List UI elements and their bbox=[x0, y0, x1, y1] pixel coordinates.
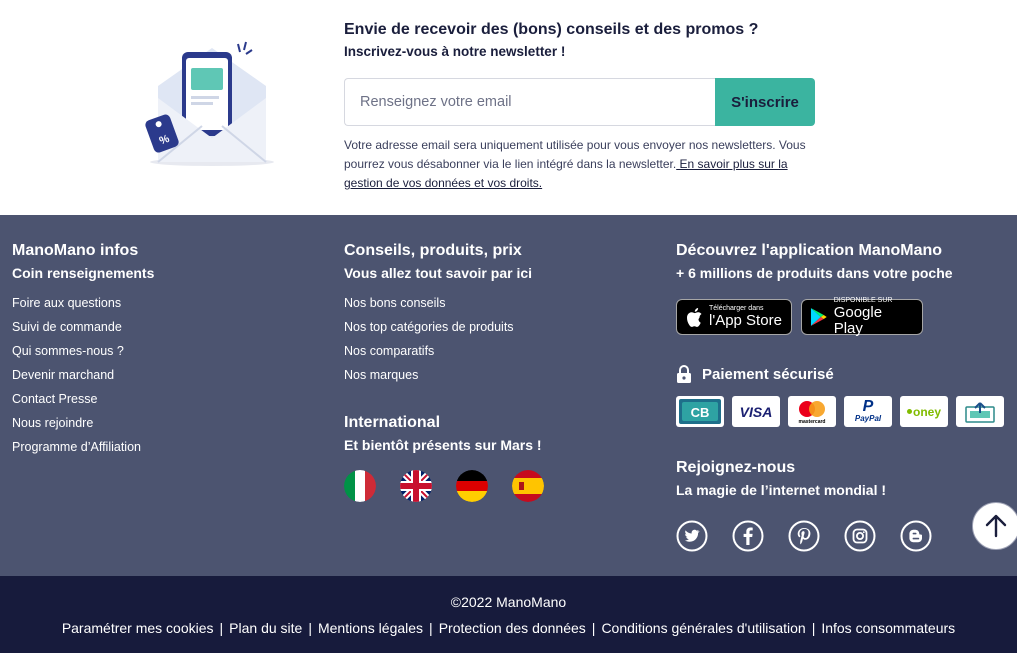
link-sitemap[interactable]: Plan du site bbox=[229, 620, 302, 636]
separator: | bbox=[811, 620, 816, 636]
italy-flag[interactable] bbox=[344, 470, 376, 502]
visa-card: VISA bbox=[732, 396, 780, 427]
newsletter-subtitle: Inscrivez-vous à notre newsletter ! bbox=[344, 44, 566, 59]
cb-card: CB bbox=[676, 396, 724, 427]
scroll-to-top-button[interactable] bbox=[972, 502, 1017, 550]
link-top-categories[interactable]: Nos top catégories de produits bbox=[344, 315, 532, 339]
email-input[interactable] bbox=[344, 78, 715, 126]
international-title: International bbox=[344, 414, 441, 431]
separator: | bbox=[429, 620, 433, 636]
mastercard-text: mastercard bbox=[799, 419, 826, 425]
link-order-tracking[interactable]: Suivi de commande bbox=[12, 315, 154, 339]
legal-links: Paramétrer mes cookies | Plan du site | Ment… bbox=[0, 620, 1017, 636]
infos-title: ManoMano infos bbox=[12, 242, 139, 259]
conseils-links: Nos bons conseils Nos top catégories de … bbox=[344, 291, 532, 387]
link-faq[interactable]: Foire aux questions bbox=[12, 291, 154, 315]
link-careers[interactable]: Nous rejoindre bbox=[12, 411, 154, 435]
oney-card: oney bbox=[900, 396, 948, 427]
facebook-icon[interactable] bbox=[732, 520, 764, 552]
newsletter-section: % Envie de recevoir des (bons) conseils … bbox=[0, 0, 1017, 215]
infos-links: Foire aux questions Suivi de commande Qu… bbox=[12, 291, 154, 459]
international-subtitle: Et bientôt présents sur Mars ! bbox=[344, 437, 542, 453]
instagram-icon[interactable] bbox=[844, 520, 876, 552]
mastercard-card: mastercard bbox=[788, 396, 836, 427]
store-buttons: Télécharger dans l'App Store DISPONIBLE … bbox=[676, 297, 923, 337]
arrow-up-icon bbox=[985, 514, 1007, 538]
link-brands[interactable]: Nos marques bbox=[344, 363, 532, 387]
link-cookie-settings[interactable]: Paramétrer mes cookies bbox=[62, 620, 214, 636]
paypal-card: P PayPal bbox=[844, 396, 892, 427]
link-about-us[interactable]: Qui sommes-nous ? bbox=[12, 339, 154, 363]
spain-flag[interactable] bbox=[512, 470, 544, 502]
footer-main: ManoMano infos Coin renseignements Foire… bbox=[0, 215, 1017, 576]
country-flags bbox=[344, 470, 544, 502]
google-play-icon bbox=[810, 308, 827, 326]
twitter-icon[interactable] bbox=[676, 520, 708, 552]
link-terms[interactable]: Conditions générales d'utilisation bbox=[601, 620, 805, 636]
join-title: Rejoignez-nous bbox=[676, 459, 796, 476]
paypal-text: PayPal bbox=[854, 414, 882, 423]
cb-card-text: CB bbox=[691, 405, 710, 420]
app-subtitle: + 6 millions de produits dans votre poch… bbox=[676, 265, 953, 281]
infos-subtitle: Coin renseignements bbox=[12, 265, 155, 281]
bank-transfer-card bbox=[956, 396, 1004, 427]
uk-flag[interactable] bbox=[400, 470, 432, 502]
newsletter-form: S'inscrire bbox=[344, 78, 815, 126]
subscribe-button[interactable]: S'inscrire bbox=[715, 78, 815, 126]
separator: | bbox=[308, 620, 312, 636]
link-become-seller[interactable]: Devenir marchand bbox=[12, 363, 154, 387]
link-legal-notice[interactable]: Mentions légales bbox=[318, 620, 423, 636]
secure-payment-title: Paiement sécurisé bbox=[702, 365, 834, 383]
newsletter-envelope-icon: % bbox=[145, 41, 274, 166]
link-advice[interactable]: Nos bons conseils bbox=[344, 291, 532, 315]
mastercard-icon: mastercard bbox=[799, 401, 826, 425]
newsletter-legal: Votre adresse email sera uniquement util… bbox=[344, 136, 814, 193]
oney-text: oney bbox=[912, 404, 941, 419]
infos-column: ManoMano infos Coin renseignements Foire… bbox=[12, 240, 154, 459]
app-title: Découvrez l'application ManoMano bbox=[676, 242, 943, 259]
join-us-block: Rejoignez-nous La magie de l’internet mo… bbox=[676, 457, 886, 501]
oney-dot-icon bbox=[906, 409, 912, 414]
app-store-button[interactable]: Télécharger dans l'App Store bbox=[676, 299, 792, 335]
join-subtitle: La magie de l’internet mondial ! bbox=[676, 482, 887, 498]
bank-transfer-icon bbox=[965, 401, 995, 423]
google-play-button[interactable]: DISPONIBLE SUR Google Play bbox=[801, 297, 923, 337]
paypal-logo-icon: P bbox=[862, 398, 874, 415]
link-press-contact[interactable]: Contact Presse bbox=[12, 387, 154, 411]
app-store-big-text: l'App Store bbox=[709, 312, 782, 329]
link-data-protection[interactable]: Protection des données bbox=[439, 620, 586, 636]
conseils-subtitle: Vous allez tout savoir par ici bbox=[344, 265, 533, 281]
separator: | bbox=[219, 620, 224, 636]
link-comparisons[interactable]: Nos comparatifs bbox=[344, 339, 532, 363]
app-column: Découvrez l'application ManoMano + 6 mil… bbox=[676, 240, 953, 284]
social-links bbox=[676, 520, 932, 552]
apple-icon bbox=[687, 308, 702, 327]
international-block: International Et bientôt présents sur Ma… bbox=[344, 412, 542, 456]
link-affiliation[interactable]: Programme d’Affiliation bbox=[12, 435, 154, 459]
newsletter-title: Envie de recevoir des (bons) conseils et… bbox=[344, 21, 759, 38]
secure-payment-heading: Paiement sécurisé bbox=[676, 365, 834, 383]
conseils-column: Conseils, produits, prix Vous allez tout… bbox=[344, 240, 532, 387]
cb-card-icon: CB bbox=[679, 399, 721, 424]
payment-cards: CB VISA mastercard P PayPal oney bbox=[676, 396, 1004, 427]
blogger-icon[interactable] bbox=[900, 520, 932, 552]
conseils-title: Conseils, produits, prix bbox=[344, 242, 522, 259]
pinterest-icon[interactable] bbox=[788, 520, 820, 552]
separator: | bbox=[591, 620, 596, 636]
footer-bottom: ©2022 ManoMano Paramétrer mes cookies | Pl… bbox=[0, 576, 1017, 653]
lock-icon bbox=[677, 365, 691, 383]
copyright: ©2022 ManoMano bbox=[450, 594, 567, 610]
google-play-big-text: Google Play bbox=[833, 304, 883, 337]
germany-flag[interactable] bbox=[456, 470, 488, 502]
link-consumer-info[interactable]: Infos consommateurs bbox=[821, 620, 955, 636]
